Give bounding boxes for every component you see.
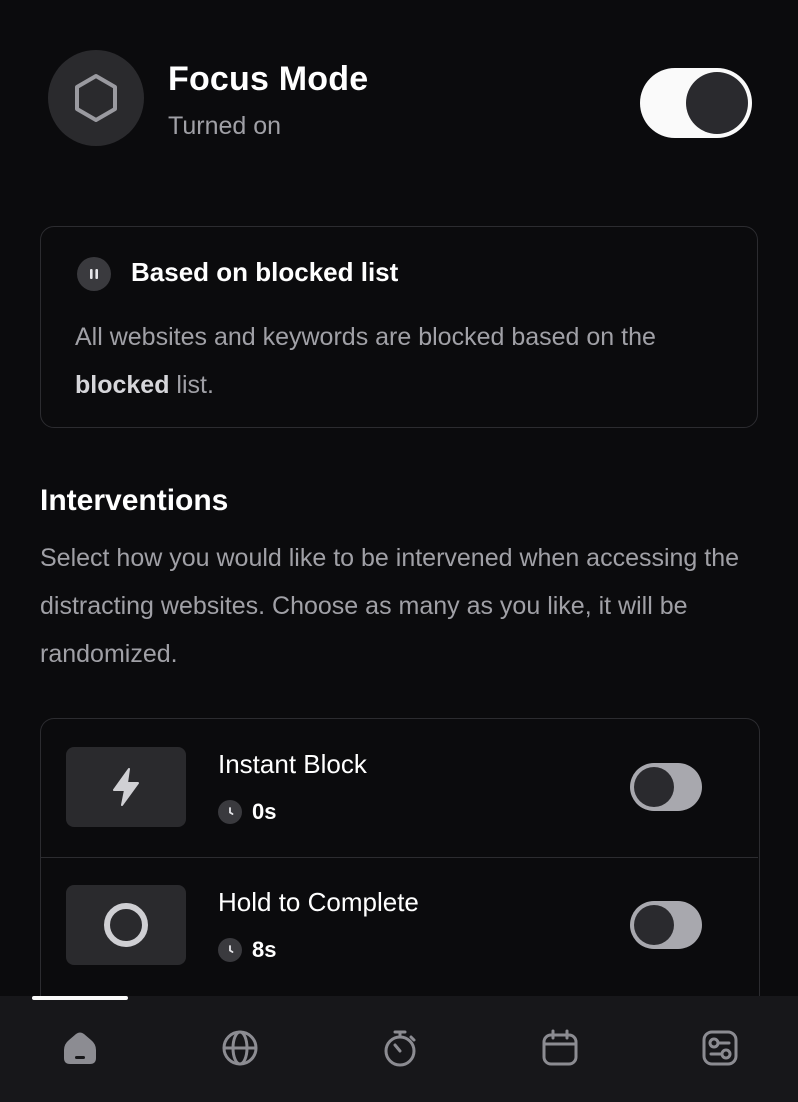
focus-mode-header: Focus Mode Turned on (48, 50, 752, 146)
ring-icon (66, 885, 186, 965)
stopwatch-icon (380, 1028, 420, 1073)
instant-block-toggle[interactable] (630, 763, 702, 811)
calendar-icon (540, 1028, 580, 1073)
active-tab-indicator (32, 996, 128, 1000)
clock-icon (218, 800, 242, 824)
nav-home[interactable] (56, 1026, 104, 1074)
interventions-description: Select how you would like to be interven… (40, 544, 740, 668)
toggle-knob (634, 905, 674, 945)
pause-icon (77, 257, 111, 291)
mode-card[interactable]: Based on blocked list All websites and k… (40, 226, 758, 428)
nav-settings[interactable] (696, 1026, 744, 1074)
nav-timer[interactable] (376, 1026, 424, 1074)
intervention-row-instant-block[interactable]: Instant Block 0s (41, 719, 758, 858)
duration-value: 0s (252, 799, 277, 824)
settings-icon (700, 1028, 740, 1073)
intervention-label: Instant Block (218, 749, 367, 779)
globe-icon (220, 1028, 260, 1073)
interventions-list: Instant Block 0s Hold to Complete 8s (40, 718, 760, 1018)
toggle-knob (686, 72, 748, 134)
hexagon-icon (48, 50, 144, 146)
intervention-duration: 8s (218, 937, 276, 963)
lightning-icon (66, 747, 186, 827)
intervention-row-hold-to-complete[interactable]: Hold to Complete 8s (41, 857, 758, 995)
duration-value: 8s (252, 937, 277, 962)
mode-description: All websites and keywords are blocked ba… (75, 323, 656, 399)
nav-schedule[interactable] (536, 1026, 584, 1074)
toggle-knob (634, 767, 674, 807)
intervention-label: Hold to Complete (218, 887, 419, 917)
home-icon (60, 1028, 100, 1073)
interventions-title: Interventions (40, 484, 229, 517)
intervention-duration: 0s (218, 799, 276, 825)
clock-icon (218, 938, 242, 962)
hold-to-complete-toggle[interactable] (630, 901, 702, 949)
bottom-navigation (0, 996, 798, 1102)
mode-title: Based on blocked list (131, 257, 399, 287)
page-title: Focus Mode (168, 60, 369, 98)
blocked-emphasis: blocked (75, 371, 170, 399)
nav-websites[interactable] (216, 1026, 264, 1074)
focus-status: Turned on (168, 112, 282, 140)
focus-mode-toggle[interactable] (640, 68, 752, 138)
